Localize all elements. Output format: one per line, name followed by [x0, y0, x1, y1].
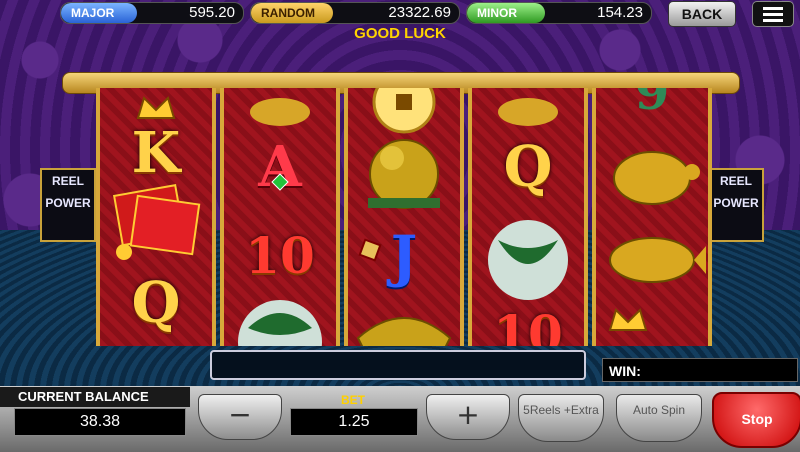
- minor-jackpot-value: 154.23: [597, 4, 643, 21]
- symbol-10: 10: [245, 226, 315, 285]
- major-jackpot-value: 595.20: [189, 4, 235, 21]
- reel-5: 9: [592, 88, 712, 346]
- minor-jackpot-label: MINOR: [467, 3, 545, 23]
- hamburger-menu-icon[interactable]: [752, 1, 794, 27]
- golden-turtle-icon: [596, 132, 708, 220]
- status-message: GOOD LUCK: [354, 25, 446, 42]
- current-balance-label: CURRENT BALANCE: [0, 387, 190, 407]
- red-envelope-icon: [100, 178, 212, 266]
- current-balance-value: 38.38: [14, 408, 186, 436]
- back-button[interactable]: BACK: [668, 1, 736, 27]
- reel-3: J: [344, 88, 464, 346]
- green-bowl-icon: [472, 216, 584, 304]
- message-bar: [210, 350, 586, 380]
- bet-label: BET: [341, 393, 365, 407]
- extra-reels-button[interactable]: 5Reels +Extra: [518, 394, 604, 442]
- random-jackpot-meter: RANDOM 23322.69: [250, 2, 460, 24]
- auto-spin-button[interactable]: Auto Spin: [616, 394, 702, 442]
- bet-value: 1.25: [290, 408, 418, 436]
- green-bowl-icon: [224, 298, 336, 346]
- reel-2: A 10: [220, 88, 340, 346]
- koi-fish-icon: [596, 216, 708, 304]
- symbol-10: 10: [493, 304, 563, 346]
- dragon-icon: [348, 298, 460, 346]
- reel-4: Q 10: [468, 88, 588, 346]
- reel-1: K Q: [96, 88, 216, 346]
- major-jackpot-meter: MAJOR 595.20: [60, 2, 244, 24]
- stop-button[interactable]: Stop: [712, 392, 800, 448]
- random-jackpot-value: 23322.69: [388, 4, 451, 21]
- win-label: WIN:: [602, 358, 798, 382]
- symbol-Q: Q: [503, 134, 553, 200]
- symbol-Q: Q: [131, 270, 181, 336]
- reel-power-badge-left: REEL POWER: [40, 168, 96, 242]
- foo-dog-icon: [348, 128, 460, 216]
- reels-area: K Q A 10 J Q 10 9: [96, 88, 712, 346]
- symbol-A: A: [258, 134, 302, 200]
- random-jackpot-label: RANDOM: [251, 3, 333, 23]
- crown-icon: [596, 300, 708, 346]
- symbol-J: J: [348, 218, 460, 306]
- bet-decrease-button[interactable]: −: [198, 394, 282, 440]
- reel-power-badge-right: REEL POWER: [708, 168, 764, 242]
- bet-increase-button[interactable]: +: [426, 394, 510, 440]
- minor-jackpot-meter: MINOR 154.23: [466, 2, 652, 24]
- jackpot-bar: MAJOR 595.20 RANDOM 23322.69 MINOR 154.2…: [0, 0, 800, 27]
- major-jackpot-label: MAJOR: [61, 3, 137, 23]
